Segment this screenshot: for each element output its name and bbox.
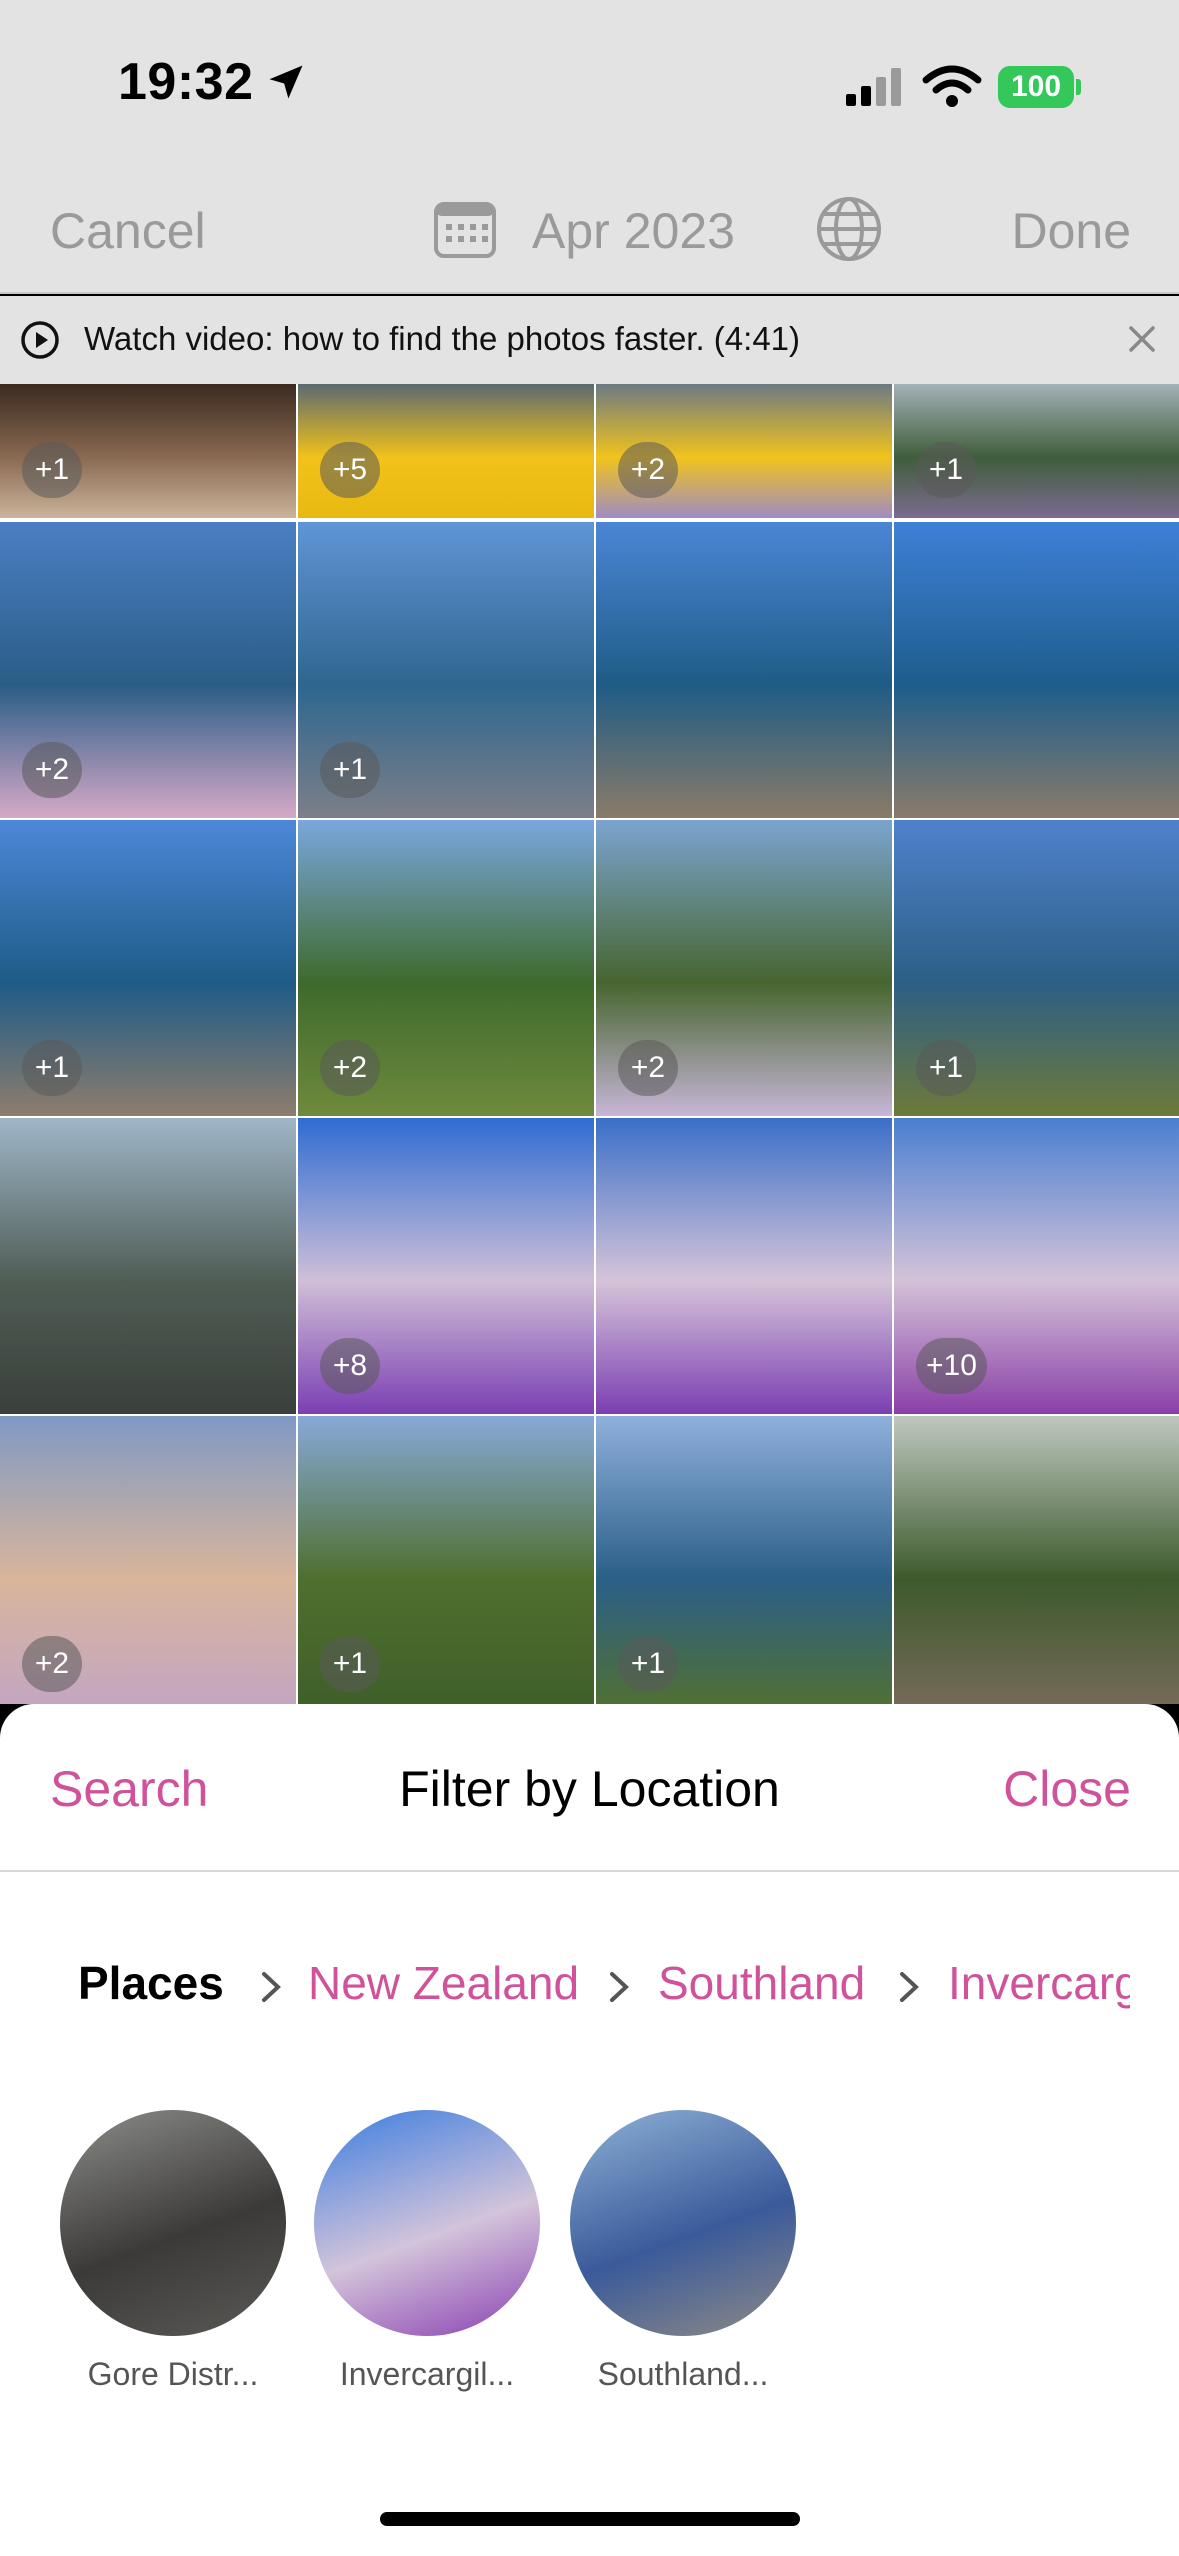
place-item[interactable]: Southland...: [568, 2110, 798, 2393]
photo-tile[interactable]: +2: [0, 522, 296, 818]
place-label: Gore Distr...: [87, 2356, 259, 2392]
close-icon[interactable]: [1119, 316, 1165, 362]
photo-tile[interactable]: [894, 522, 1179, 818]
photo-count-badge: +1: [916, 442, 976, 498]
calendar-icon[interactable]: [432, 196, 498, 262]
place-thumbnail: [60, 2110, 286, 2336]
divider: [0, 1870, 1179, 1872]
place-thumbnail: [314, 2110, 540, 2336]
battery-indicator: 100: [998, 66, 1081, 108]
photo-count-badge: +1: [320, 1636, 380, 1692]
photo-grid: +1 +5 +2 +1 +2 +1 +1 +2 +2 +1 +8 +10 +2 +1 +1: [0, 384, 1179, 1704]
photo-tile[interactable]: [0, 1118, 296, 1414]
place-label: Southland...: [597, 2356, 769, 2392]
sheet-title: Filter by Location: [399, 1761, 780, 1817]
chevron-right-icon: [262, 1972, 281, 2002]
photo-count-badge: +1: [22, 442, 82, 498]
photo-tile[interactable]: +1: [894, 384, 1179, 518]
photo-count-badge: +2: [22, 1636, 82, 1692]
location-arrow-icon: [269, 65, 303, 99]
photo-tile[interactable]: +1: [0, 384, 296, 518]
photo-tile[interactable]: +1: [298, 1416, 594, 1704]
close-button[interactable]: Close: [1003, 1760, 1131, 1818]
photo-count-badge: +1: [916, 1040, 976, 1096]
photo-tile[interactable]: [894, 1416, 1179, 1704]
photo-tile[interactable]: +1: [894, 820, 1179, 1116]
battery-cap: [1076, 79, 1081, 95]
breadcrumb-places[interactable]: Places: [78, 1956, 224, 2010]
photo-count-badge: +5: [320, 442, 380, 498]
breadcrumb-southland[interactable]: Southland: [658, 1956, 865, 2010]
done-button[interactable]: Done: [1011, 202, 1131, 260]
photo-count-badge: +8: [320, 1338, 380, 1394]
video-tip-banner[interactable]: Watch video: how to find the photos fast…: [0, 296, 1179, 384]
place-label: Invercargil...: [339, 2356, 515, 2392]
photo-image: [894, 522, 1179, 818]
photo-count-badge: +1: [320, 742, 380, 798]
photo-count-badge: +2: [22, 742, 82, 798]
breadcrumb-invercargill[interactable]: Invercarg: [948, 1956, 1130, 2010]
place-item[interactable]: Invercargil...: [312, 2110, 542, 2393]
photo-count-badge: +1: [618, 1636, 678, 1692]
photo-count-badge: +1: [22, 1040, 82, 1096]
breadcrumb-new-zealand[interactable]: New Zealand: [308, 1956, 579, 2010]
photo-count-badge: +10: [916, 1338, 987, 1394]
photo-tile[interactable]: +2: [596, 820, 892, 1116]
wifi-icon: [922, 65, 982, 107]
chevron-right-icon: [610, 1972, 629, 2002]
status-bar: 19:32 100: [0, 0, 1179, 180]
photo-tile[interactable]: [596, 522, 892, 818]
cellular-signal-icon: [846, 68, 901, 106]
globe-icon[interactable]: [814, 194, 884, 264]
photo-tile[interactable]: +2: [0, 1416, 296, 1704]
photo-tile[interactable]: +5: [298, 384, 594, 518]
place-item[interactable]: Gore Distr...: [58, 2110, 288, 2393]
breadcrumb: Places New Zealand Southland Invercarg: [0, 1956, 1130, 2026]
photo-image: [596, 522, 892, 818]
photo-count-badge: +2: [618, 442, 678, 498]
photo-count-badge: +2: [320, 1040, 380, 1096]
photo-tile[interactable]: +2: [298, 820, 594, 1116]
status-time: 19:32: [118, 53, 254, 111]
photo-tile[interactable]: +1: [298, 522, 594, 818]
photo-tile[interactable]: +10: [894, 1118, 1179, 1414]
photo-image: [596, 1118, 892, 1414]
cancel-button[interactable]: Cancel: [50, 202, 206, 260]
date-filter-label[interactable]: Apr 2023: [532, 202, 735, 260]
photo-image: [894, 1416, 1179, 1704]
battery-level: 100: [998, 66, 1074, 108]
place-thumbnail: [570, 2110, 796, 2336]
banner-text: Watch video: how to find the photos fast…: [84, 320, 801, 357]
photo-tile[interactable]: +1: [0, 820, 296, 1116]
nav-bar: Cancel Apr 2023 Done: [0, 180, 1179, 294]
photo-tile[interactable]: +1: [596, 1416, 892, 1704]
photo-tile[interactable]: [596, 1118, 892, 1414]
play-circle-icon: [21, 321, 59, 359]
photo-tile[interactable]: +8: [298, 1118, 594, 1414]
filter-location-sheet: Search Filter by Location Close Places N…: [0, 1704, 1179, 2556]
photo-image: [0, 1118, 296, 1414]
photo-tile[interactable]: +2: [596, 384, 892, 518]
chevron-right-icon: [900, 1972, 919, 2002]
photo-count-badge: +2: [618, 1040, 678, 1096]
home-indicator: [380, 2512, 800, 2526]
